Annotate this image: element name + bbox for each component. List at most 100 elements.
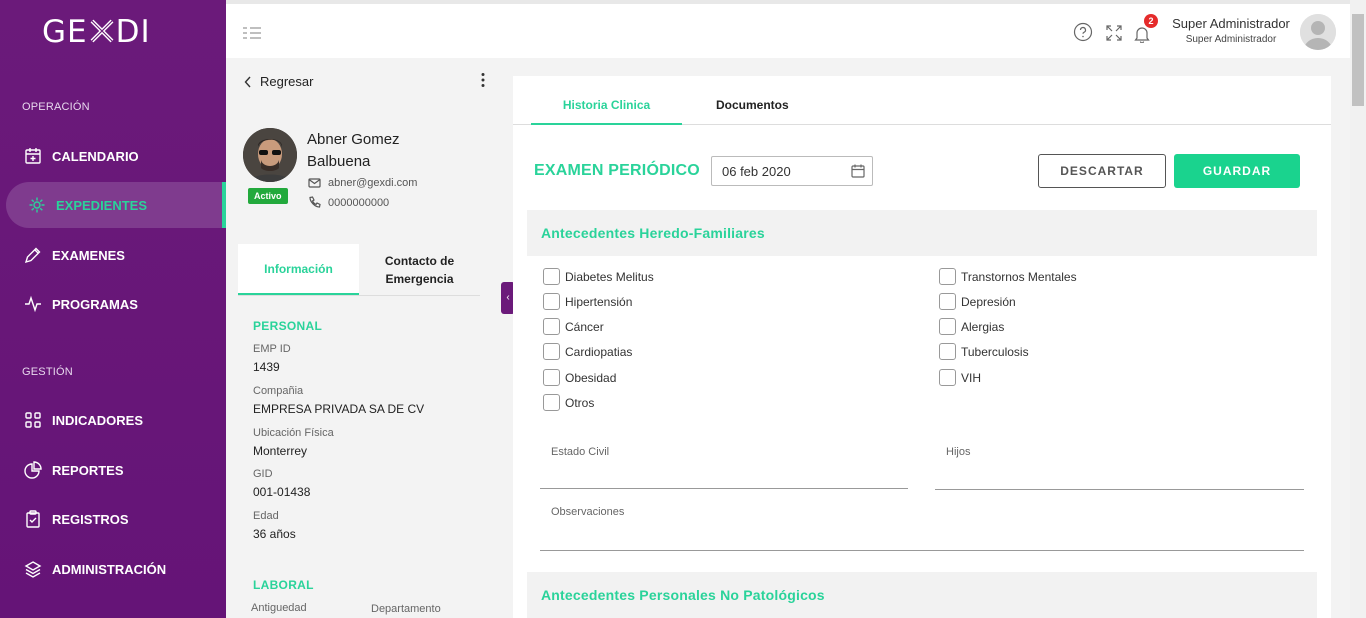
notification-badge: 2	[1144, 14, 1158, 28]
chevron-left-icon: ‹	[506, 292, 510, 303]
help-icon[interactable]	[1073, 22, 1093, 42]
more-options-icon[interactable]	[480, 72, 486, 88]
section-personales-no-patologicos: Antecedentes Personales No Patológicos	[527, 572, 1317, 618]
menu-toggle-icon[interactable]	[242, 26, 262, 40]
checkbox-transtornos-mentales[interactable]: Transtornos Mentales	[939, 268, 1077, 285]
tab-contacto-emergencia[interactable]: Contacto de Emergencia	[359, 244, 480, 295]
nav-reportes[interactable]: REPORTES	[24, 447, 214, 493]
nav-label: INDICADORES	[52, 412, 144, 428]
section-operacion: OPERACIÓN	[22, 101, 90, 113]
exam-title: EXAMEN PERIÓDICO	[534, 162, 700, 179]
patient-photo	[243, 128, 297, 182]
pie-chart-icon	[24, 461, 42, 479]
nav-registros[interactable]: REGISTROS	[24, 496, 214, 542]
nav-administracion[interactable]: ADMINISTRACIÓN	[24, 546, 214, 592]
calendar-icon[interactable]	[851, 164, 865, 178]
checkbox-label: Hipertensión	[565, 294, 633, 309]
logo-text-right: DI	[115, 14, 151, 50]
checkbox-cancer[interactable]: Cáncer	[543, 318, 604, 335]
checkbox-label: Diabetes Melitus	[565, 269, 654, 284]
checkbox-hipertension[interactable]: Hipertensión	[543, 293, 632, 310]
status-badge: Activo	[248, 188, 288, 204]
checkbox-cardiopatias[interactable]: Cardiopatias	[543, 343, 632, 360]
grid-icon	[25, 412, 41, 428]
field-label: Edad	[253, 510, 279, 522]
checkbox-vih[interactable]: VIH	[939, 369, 981, 386]
profile-tabs: Información Contacto de Emergencia	[238, 244, 480, 296]
main-tabs: Historia Clinica Documentos	[513, 76, 1331, 125]
checkbox-box[interactable]	[939, 343, 956, 360]
discard-button[interactable]: DESCARTAR	[1038, 154, 1166, 188]
checkbox-diabetes[interactable]: Diabetes Melitus	[543, 268, 654, 285]
layers-icon	[24, 561, 42, 578]
save-button[interactable]: GUARDAR	[1174, 154, 1300, 188]
user-name[interactable]: Super Administrador	[1171, 16, 1291, 31]
observaciones-field[interactable]	[540, 550, 1304, 551]
logo-text-left: GE	[42, 14, 88, 50]
field-value: 36 años	[253, 527, 296, 541]
nav-calendario[interactable]: CALENDARIO	[24, 133, 214, 179]
nav-label: EXPEDIENTES	[56, 197, 148, 213]
estado-civil-label: Estado Civil	[551, 446, 610, 458]
personal-heading: PERSONAL	[253, 319, 323, 333]
hijos-field[interactable]	[935, 489, 1304, 490]
nav-programas[interactable]: PROGRAMAS	[24, 281, 214, 327]
checkbox-label: Depresión	[961, 294, 1016, 309]
checkbox-box[interactable]	[939, 293, 956, 310]
checkbox-depresion[interactable]: Depresión	[939, 293, 1016, 310]
checkbox-label: Tuberculosis	[961, 344, 1029, 359]
checkbox-box[interactable]	[939, 369, 956, 386]
tab-informacion[interactable]: Información	[238, 244, 359, 295]
checkbox-box[interactable]	[543, 268, 560, 285]
checkbox-box[interactable]	[543, 343, 560, 360]
estado-civil-field[interactable]	[540, 488, 908, 489]
checkbox-alergias[interactable]: Alergias	[939, 318, 1004, 335]
checkbox-box[interactable]	[543, 293, 560, 310]
field-label: Departamento	[371, 603, 441, 615]
nav-label: REGISTROS	[52, 511, 129, 527]
nav-label: EXAMENES	[52, 247, 125, 263]
mail-icon	[308, 178, 321, 188]
pulse-icon	[25, 295, 41, 313]
calendar-icon	[25, 148, 41, 164]
nav-indicadores[interactable]: INDICADORES	[24, 397, 214, 443]
nav-label: ADMINISTRACIÓN	[52, 561, 167, 577]
nav-examenes[interactable]: EXAMENES	[24, 232, 214, 278]
checkbox-obesidad[interactable]: Obesidad	[543, 369, 616, 386]
checkbox-label: Obesidad	[565, 370, 617, 385]
back-label: Regresar	[260, 74, 314, 89]
back-link[interactable]: Regresar	[244, 74, 313, 89]
checkbox-tuberculosis[interactable]: Tuberculosis	[939, 343, 1029, 360]
checkbox-box[interactable]	[543, 318, 560, 335]
phone-icon	[309, 196, 321, 208]
sidebar: GE DI OPERACIÓN CALENDARIO EXPEDIENTES EX…	[0, 0, 226, 618]
checkbox-box[interactable]	[939, 318, 956, 335]
fullscreen-icon[interactable]	[1105, 24, 1123, 42]
pencil-icon	[24, 247, 41, 264]
patient-email: abner@gexdi.com	[308, 176, 417, 189]
phone-text: 0000000000	[328, 196, 390, 209]
checkbox-label: VIH	[961, 370, 982, 385]
checkbox-box[interactable]	[543, 394, 560, 411]
chevron-left-icon	[244, 76, 251, 87]
checkbox-box[interactable]	[543, 369, 560, 386]
user-avatar[interactable]	[1300, 14, 1336, 50]
section-gestion: GESTIÓN	[22, 366, 73, 378]
checkbox-label: Otros	[565, 395, 595, 410]
gexdi-logo[interactable]: GE DI	[42, 14, 151, 50]
clipboard-icon	[26, 510, 40, 528]
bell-icon[interactable]	[1134, 25, 1150, 43]
logo-x-mark-icon	[88, 17, 116, 45]
checkbox-box[interactable]	[939, 268, 956, 285]
scrollbar-thumb[interactable]	[1352, 14, 1364, 106]
checkbox-label: Cáncer	[565, 319, 604, 334]
nav-expedientes[interactable]: EXPEDIENTES	[6, 182, 226, 228]
tab-documentos[interactable]: Documentos	[716, 98, 789, 112]
page-scrollbar[interactable]	[1350, 0, 1366, 618]
date-input[interactable]: 06 feb 2020	[711, 156, 873, 186]
nav-label: CALENDARIO	[52, 148, 139, 164]
field-label: Antiguedad	[251, 602, 307, 614]
profile-panel: Regresar Activo Abner Gomez Balbuena abn…	[226, 58, 515, 618]
checkbox-otros[interactable]: Otros	[543, 394, 594, 411]
tab-historia-clinica[interactable]: Historia Clinica	[531, 98, 682, 125]
